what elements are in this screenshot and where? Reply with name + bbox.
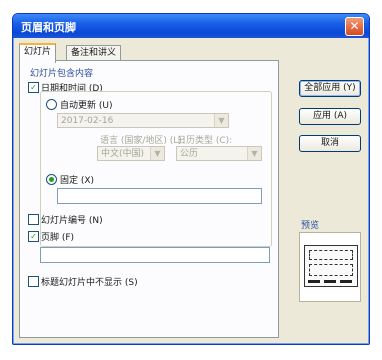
fixed-label: 固定 (X): [60, 176, 95, 186]
auto-date-select[interactable]: 2017-02-16 ▼: [57, 113, 229, 128]
calendar-select[interactable]: 公历 ▼: [176, 146, 262, 161]
preview-footer-placeholder: [324, 280, 336, 283]
radio-unselected-icon: [46, 99, 57, 110]
language-value: 中文(中国): [101, 149, 145, 159]
checkbox-unchecked-icon: [28, 276, 39, 287]
tab-notes-handouts[interactable]: 备注和讲义: [66, 45, 122, 61]
slide-number-label: 幻灯片编号 (N): [41, 216, 103, 226]
tab-panel: 幻灯片包含内容 ✓ 日期和时间 (D) 自动更新 (U) 2017-02-16 ▼…: [19, 60, 279, 338]
checkbox-checked-icon: ✓: [28, 82, 39, 93]
footer-checkbox[interactable]: ✓ 页脚 (F): [28, 230, 74, 243]
fixed-date-input[interactable]: [57, 188, 262, 204]
header-footer-dialog: 页眉和页脚 ✕ 幻灯片 备注和讲义 幻灯片包含内容 ✓ 日期和时间 (D) 自动更…: [12, 13, 370, 345]
auto-date-value: 2017-02-16: [61, 116, 114, 126]
checkbox-checked-icon: ✓: [28, 231, 39, 242]
preview-slide: [304, 245, 358, 287]
footer-input[interactable]: [40, 247, 270, 263]
hide-on-title-label: 标题幻灯片中不显示 (S): [41, 278, 138, 288]
footer-label: 页脚 (F): [41, 233, 75, 243]
tab-slide[interactable]: 幻灯片: [19, 43, 57, 63]
group-label: 幻灯片包含内容: [30, 69, 94, 79]
title-bar[interactable]: 页眉和页脚 ✕: [13, 14, 369, 38]
dialog-title: 页眉和页脚: [21, 21, 76, 34]
checkbox-unchecked-icon: [28, 214, 39, 225]
calendar-value: 公历: [180, 149, 199, 159]
close-icon[interactable]: ✕: [345, 17, 364, 36]
language-select[interactable]: 中文(中国) ▼: [97, 146, 165, 161]
preview-box: [299, 232, 361, 302]
calendar-label: 日历类型 (C):: [177, 136, 233, 146]
radio-selected-icon: [46, 174, 57, 185]
chevron-down-icon: ▼: [247, 147, 261, 160]
preview-date-placeholder: [308, 280, 320, 283]
apply-button[interactable]: 应用 (A): [299, 108, 361, 125]
slide-number-checkbox[interactable]: 幻灯片编号 (N): [28, 213, 103, 226]
preview-placeholder: [309, 250, 353, 260]
hide-on-title-checkbox[interactable]: 标题幻灯片中不显示 (S): [28, 275, 138, 288]
fixed-radio[interactable]: 固定 (X): [46, 173, 94, 186]
preview-label: 预览: [301, 221, 320, 231]
chevron-down-icon: ▼: [150, 147, 164, 160]
preview-placeholder: [309, 264, 353, 276]
language-label: 语言 (国家/地区) (L):: [100, 136, 185, 146]
apply-all-button[interactable]: 全部应用 (Y): [299, 80, 361, 97]
preview-number-placeholder: [340, 280, 352, 283]
cancel-button[interactable]: 取消: [299, 135, 361, 152]
auto-update-label: 自动更新 (U): [60, 101, 113, 111]
auto-update-radio[interactable]: 自动更新 (U): [46, 98, 112, 111]
chevron-down-icon: ▼: [214, 114, 228, 127]
